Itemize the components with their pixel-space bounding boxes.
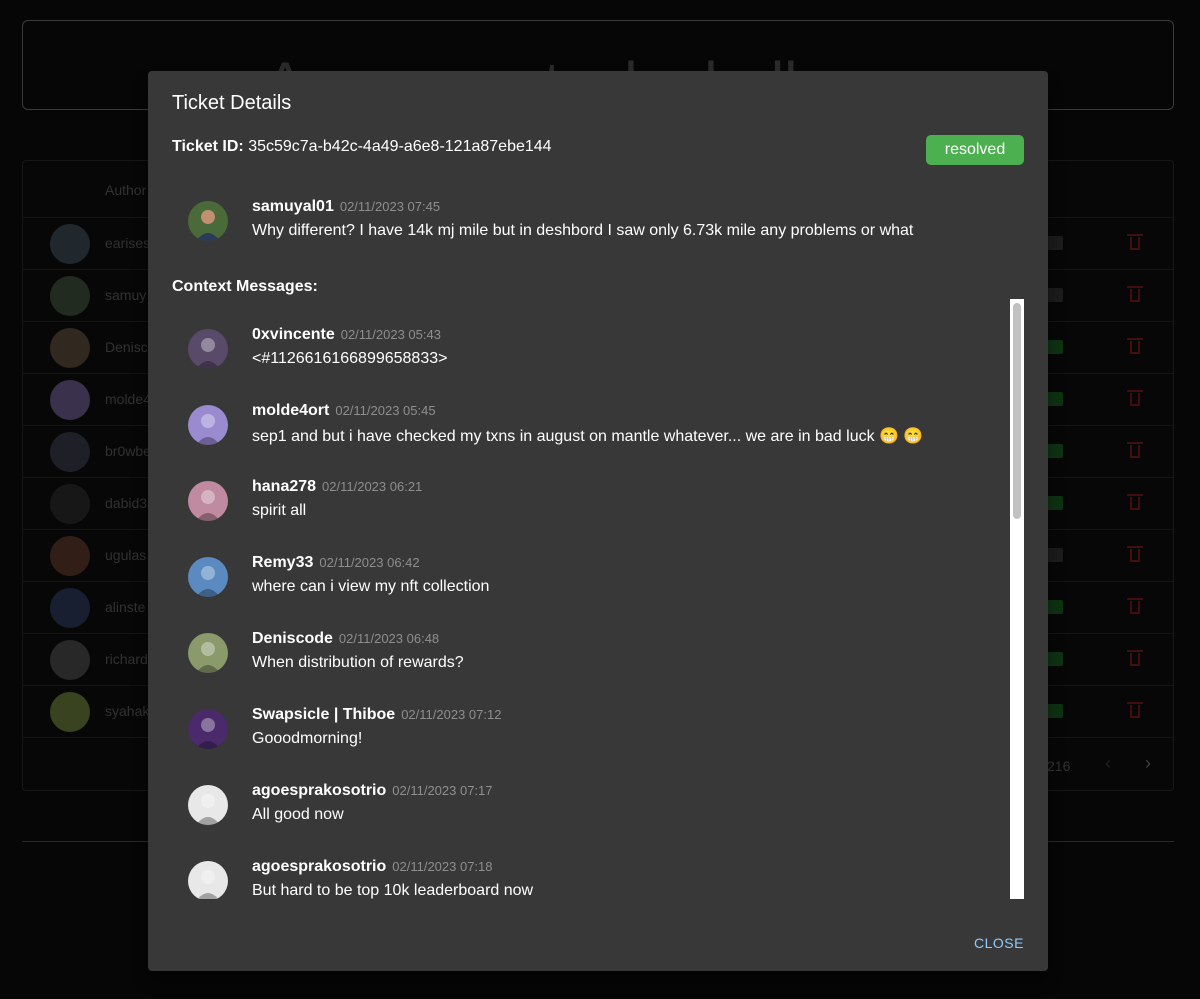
message-time: 02/11/2023 05:43 <box>340 327 441 342</box>
message-author: Deniscode 02/11/2023 06:48 <box>252 630 439 648</box>
author-name: molde4ort <box>252 402 330 419</box>
message-time: 02/11/2023 06:42 <box>319 555 420 570</box>
author-name: agoesprakosotrio <box>252 782 387 799</box>
message-text: Gooodmorning! <box>252 730 363 747</box>
scrollbar-thumb[interactable] <box>1013 303 1021 519</box>
ticket-id-line: Ticket ID: 35c59c7a-b42c-4a49-a6e8-121a8… <box>172 138 552 156</box>
message-time: 02/11/2023 07:18 <box>392 859 493 874</box>
avatar <box>188 861 228 899</box>
message-author: agoesprakosotrio 02/11/2023 07:17 <box>252 782 493 800</box>
message-text: When distribution of rewards? <box>252 654 464 671</box>
avatar <box>188 709 228 749</box>
close-button[interactable]: CLOSE <box>974 935 1024 951</box>
author-name: 0xvincente <box>252 326 335 343</box>
message-author: hana278 02/11/2023 06:21 <box>252 478 422 496</box>
scrollbar[interactable] <box>1010 299 1024 899</box>
message-text: spirit all <box>252 502 307 519</box>
message-text: sep1 and but i have checked my txns in a… <box>252 428 924 445</box>
author-name: Deniscode <box>252 630 333 647</box>
message-author: agoesprakosotrio 02/11/2023 07:18 <box>252 858 493 876</box>
message-author: Remy33 02/11/2023 06:42 <box>252 554 420 572</box>
message-text: <#1126616166899658833> <box>252 350 448 367</box>
avatar <box>188 785 228 825</box>
dialog-title: Ticket Details <box>172 92 292 114</box>
message-time: 02/11/2023 06:48 <box>338 631 440 646</box>
message-time: 02/11/2023 07:17 <box>392 783 493 798</box>
ticket-details-dialog: Ticket Details Ticket ID: 35c59c7a-b42c-… <box>148 71 1048 971</box>
author-name: Remy33 <box>252 554 314 571</box>
context-messages-list[interactable]: 0xvincente 02/11/2023 05:43 <#112661616689… <box>172 299 1024 899</box>
avatar <box>188 557 228 597</box>
message-author: 0xvincente 02/11/2023 05:43 <box>252 326 441 344</box>
context-messages-label: Context Messages: <box>172 278 318 295</box>
message-text: All good now <box>252 806 344 823</box>
author-name: Swapsicle | Thiboe <box>252 706 396 723</box>
avatar <box>188 201 228 241</box>
author-name: samuyal01 <box>252 198 334 215</box>
message-text: where can i view my nft collection <box>252 578 490 595</box>
message-time: 02/11/2023 05:45 <box>335 403 436 418</box>
ticket-id-value: 35c59c7a-b42c-4a49-a6e8-121a87ebe144 <box>248 138 552 155</box>
avatar <box>188 481 228 521</box>
message-text: Why different? I have 14k mj mile but in… <box>252 222 914 239</box>
message-author: molde4ort 02/11/2023 05:45 <box>252 402 436 420</box>
author-name: hana278 <box>252 478 317 495</box>
status-badge: resolved <box>926 135 1024 165</box>
message-author: Swapsicle | Thiboe 02/11/2023 07:12 <box>252 706 501 724</box>
message-text: But hard to be top 10k leaderboard now <box>252 882 534 899</box>
message-time: 02/11/2023 07:45 <box>339 199 441 214</box>
message-time: 02/11/2023 06:21 <box>322 479 423 494</box>
message-author: samuyal01 02/11/2023 07:45 <box>252 198 440 216</box>
ticket-id-label: Ticket ID: <box>172 138 244 155</box>
avatar <box>188 329 228 369</box>
author-name: agoesprakosotrio <box>252 858 387 875</box>
avatar <box>188 405 228 445</box>
avatar <box>188 633 228 673</box>
message-time: 02/11/2023 07:12 <box>401 707 502 722</box>
